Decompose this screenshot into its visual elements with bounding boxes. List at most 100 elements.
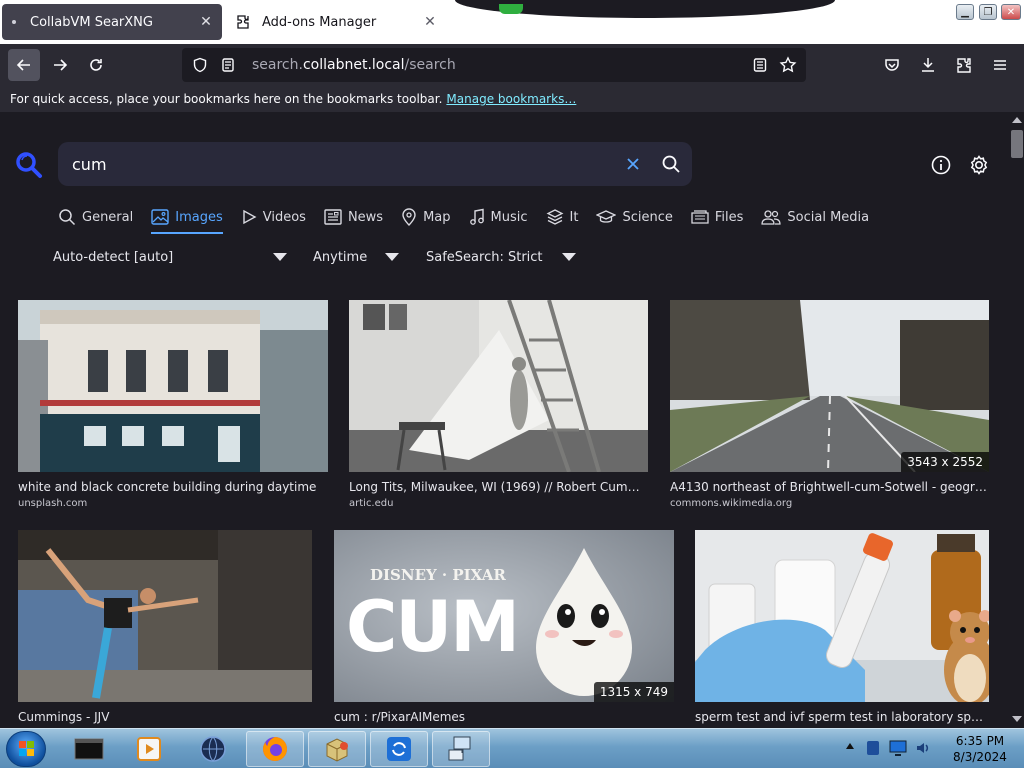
tab-strip: CollabVM SearXNG ✕ Add-ons Manager ✕ ▁ ❐… <box>0 0 1024 44</box>
result-thumbnail[interactable] <box>18 530 312 702</box>
search-filters: Auto-detect [auto] Anytime SafeSearch: S… <box>0 242 1000 272</box>
image-dimensions-badge: 1315 x 749 <box>593 682 674 702</box>
hamster-desktop-pet <box>944 610 989 702</box>
show-hidden-icons-icon[interactable] <box>846 743 854 749</box>
result-thumbnail[interactable] <box>695 530 989 702</box>
close-window-icon[interactable]: ✕ <box>1001 4 1021 20</box>
clear-search-button[interactable] <box>616 147 650 181</box>
result-thumbnail[interactable]: 3543 x 2552 <box>670 300 989 472</box>
result-title[interactable]: A4130 northeast of Brightwell-cum-Sotwel… <box>670 480 989 494</box>
tab-videos[interactable]: Videos <box>241 204 306 230</box>
taskbar-cmd[interactable] <box>60 731 118 767</box>
pocket-button[interactable] <box>876 49 908 81</box>
back-button[interactable] <box>8 49 40 81</box>
tab-files[interactable]: Files <box>691 204 743 230</box>
minimize-icon[interactable]: ▁ <box>956 4 974 20</box>
tab-news[interactable]: News <box>324 204 383 230</box>
language-select[interactable]: Auto-detect [auto] <box>53 242 289 272</box>
display-icon[interactable] <box>888 739 908 757</box>
result-thumbnail[interactable] <box>349 300 648 472</box>
bookmark-star-icon[interactable] <box>774 51 802 79</box>
image-result[interactable]: white and black concrete building during… <box>18 300 328 524</box>
taskbar-app[interactable] <box>184 731 242 767</box>
tab-collabvm-searxng[interactable]: CollabVM SearXNG ✕ <box>2 4 222 40</box>
search-box <box>58 142 692 186</box>
files-icon <box>691 210 709 224</box>
bookmarks-toolbar: For quick access, place your bookmarks h… <box>0 86 1024 112</box>
taskbar-media-player[interactable] <box>120 731 178 767</box>
result-title[interactable]: white and black concrete building during… <box>18 480 328 494</box>
search-input[interactable] <box>58 154 616 174</box>
menu-button[interactable] <box>984 49 1016 81</box>
tab-it[interactable]: It <box>546 204 578 230</box>
gear-icon[interactable] <box>966 152 992 178</box>
taskbar-app-puzzle[interactable] <box>308 731 366 767</box>
image-result[interactable]: 3543 x 2552 A4130 northeast of Brightwel… <box>670 300 989 524</box>
downloads-button[interactable] <box>912 49 944 81</box>
scrollbar-thumb[interactable] <box>1011 130 1023 158</box>
tab-science[interactable]: Science <box>596 204 673 230</box>
url-text[interactable]: search.collabnet.local/search <box>252 57 746 73</box>
titlebar-decoration <box>455 0 835 18</box>
url-bar[interactable]: search.collabnet.local/search <box>182 48 806 82</box>
chevron-down-icon <box>385 253 399 261</box>
taskbar-app-network[interactable] <box>432 731 490 767</box>
shield-icon[interactable] <box>190 55 210 75</box>
search-icon <box>662 155 680 173</box>
result-source: unsplash.com <box>18 498 88 509</box>
result-thumbnail[interactable]: DISNEY · PIXAR CUM 1315 x 749 <box>334 530 674 702</box>
taskbar-app-blue[interactable] <box>370 731 428 767</box>
image-result[interactable]: Long Tits, Milwaukee, WI (1969) // Rober… <box>349 300 648 524</box>
image-result[interactable]: sperm test and ivf sperm test in laborat… <box>695 530 989 728</box>
searxng-logo-icon[interactable] <box>14 150 44 180</box>
extensions-button[interactable] <box>948 49 980 81</box>
image-result[interactable]: Cummings - JJV <box>18 530 312 728</box>
tab-images[interactable]: Images <box>151 204 223 234</box>
bookmarks-message: For quick access, place your bookmarks h… <box>10 92 443 106</box>
page-scrollbar[interactable] <box>1007 112 1024 728</box>
result-thumbnail[interactable] <box>18 300 328 472</box>
scroll-down-icon[interactable] <box>1012 716 1022 722</box>
tab-social-media[interactable]: Social Media <box>761 204 869 230</box>
people-icon <box>761 210 781 225</box>
reload-icon <box>90 59 102 71</box>
reload-button[interactable] <box>80 49 112 81</box>
info-icon[interactable] <box>928 152 954 178</box>
tab-map[interactable]: Map <box>401 204 451 230</box>
result-title[interactable]: Cummings - JJV <box>18 710 312 724</box>
globe-icon <box>200 736 226 762</box>
tab-close-icon[interactable]: ✕ <box>418 10 442 34</box>
taskbar-clock[interactable]: 6:35 PM 8/3/2024 <box>940 733 1020 765</box>
result-source: commons.wikimedia.org <box>670 498 793 509</box>
terminal-icon <box>74 738 104 760</box>
time-range-select[interactable]: Anytime <box>313 242 399 272</box>
result-source: artic.edu <box>349 498 394 509</box>
manage-bookmarks-link[interactable]: Manage bookmarks… <box>446 92 576 106</box>
tab-close-icon[interactable]: ✕ <box>194 10 218 34</box>
media-player-icon <box>137 737 161 761</box>
tab-addons-manager[interactable]: Add-ons Manager ✕ <box>226 4 446 40</box>
taskbar-firefox[interactable] <box>246 731 304 767</box>
graduation-cap-icon <box>596 210 617 223</box>
start-button[interactable] <box>6 731 46 767</box>
restore-icon[interactable]: ❐ <box>979 4 997 20</box>
image-result[interactable]: DISNEY · PIXAR CUM 1315 x 749 cum : r/Pi… <box>334 530 674 728</box>
safesearch-select[interactable]: SafeSearch: Strict <box>426 242 578 272</box>
newspaper-icon <box>324 209 342 225</box>
page-info-icon[interactable] <box>218 55 238 75</box>
volume-icon[interactable] <box>914 739 932 757</box>
download-icon <box>922 58 934 72</box>
arrow-right-icon <box>54 59 68 71</box>
search-submit-button[interactable] <box>654 147 688 181</box>
result-title[interactable]: Long Tits, Milwaukee, WI (1969) // Rober… <box>349 480 648 494</box>
result-title[interactable]: cum : r/PixarAIMemes <box>334 710 674 724</box>
firefox-icon <box>263 737 287 761</box>
tab-music[interactable]: Music <box>469 204 528 230</box>
result-title[interactable]: sperm test and ivf sperm test in laborat… <box>695 710 989 724</box>
reader-view-icon[interactable] <box>746 51 774 79</box>
tab-general[interactable]: General <box>58 204 133 230</box>
tray-app-icon[interactable] <box>864 739 882 757</box>
forward-button[interactable] <box>44 49 76 81</box>
cube-app-icon <box>326 738 348 762</box>
scroll-up-icon[interactable] <box>1012 117 1022 123</box>
